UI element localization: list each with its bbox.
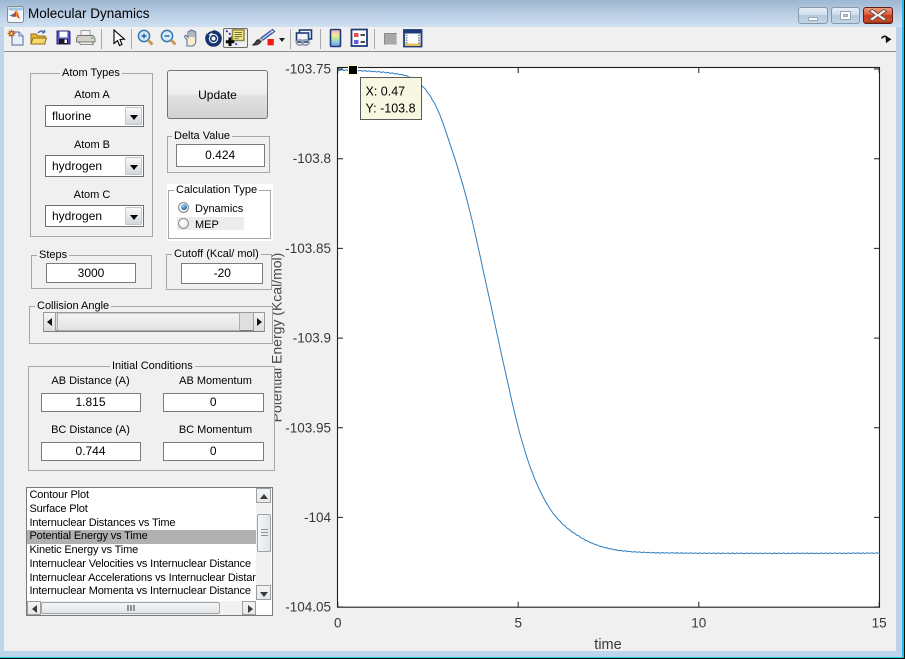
svg-text:-103.85: -103.85 xyxy=(285,241,331,256)
svg-text:Y: -103.8: Y: -103.8 xyxy=(366,102,416,116)
svg-text:time: time xyxy=(594,637,621,653)
svg-text:-103.75: -103.75 xyxy=(285,62,331,77)
svg-text:-103.9: -103.9 xyxy=(293,331,331,346)
svg-text:5: 5 xyxy=(514,616,522,631)
svg-text:X: 0.47: X: 0.47 xyxy=(366,85,406,99)
svg-text:0: 0 xyxy=(334,616,342,631)
svg-text:-104: -104 xyxy=(304,510,332,525)
svg-text:-103.8: -103.8 xyxy=(293,151,331,166)
svg-text:-103.95: -103.95 xyxy=(285,420,331,435)
svg-text:-104.05: -104.05 xyxy=(285,600,331,615)
svg-text:15: 15 xyxy=(872,616,887,631)
svg-text:10: 10 xyxy=(691,616,706,631)
